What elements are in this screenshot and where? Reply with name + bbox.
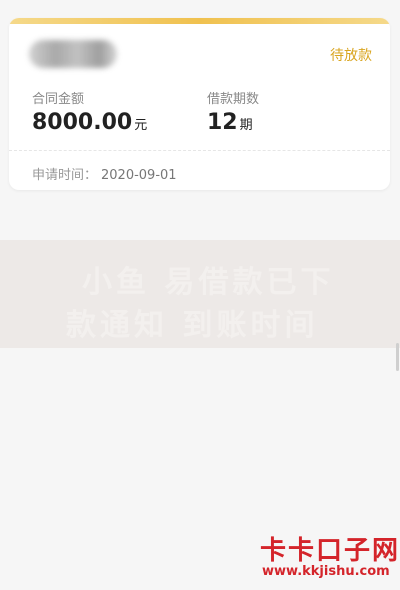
status-badge: 待放款 xyxy=(330,48,372,64)
card-divider xyxy=(9,150,390,151)
amount-value: 8000.00 元 xyxy=(32,110,147,135)
apply-time: 申请时间： 2020-09-01 xyxy=(32,164,177,183)
watermark-url: www.kkjishu.com xyxy=(262,564,390,579)
overlay-text-line2: 款通知 到账时间 xyxy=(66,308,319,343)
card-accent-bar xyxy=(9,18,390,24)
watermark-title: 卡卡口子网 xyxy=(260,536,400,566)
apply-time-label: 申请时间： xyxy=(32,168,98,183)
periods-number: 12 xyxy=(207,110,238,135)
periods-unit: 期 xyxy=(239,118,253,133)
scrollbar-thumb[interactable] xyxy=(396,343,399,371)
blurred-product-name xyxy=(29,40,117,68)
overlay-text-line1: 小鱼 易借款已下 xyxy=(82,265,335,300)
amount-number: 8000.00 xyxy=(32,110,133,135)
periods-value: 12 期 xyxy=(207,110,253,135)
loan-card[interactable]: 待放款 合同金额 借款期数 8000.00 元 12 期 申请时间： 2020-09-… xyxy=(9,18,390,190)
apply-time-value: 2020-09-01 xyxy=(101,168,177,183)
amount-label: 合同金额 xyxy=(32,92,85,107)
amount-unit: 元 xyxy=(134,118,148,133)
periods-label: 借款期数 xyxy=(207,92,260,107)
